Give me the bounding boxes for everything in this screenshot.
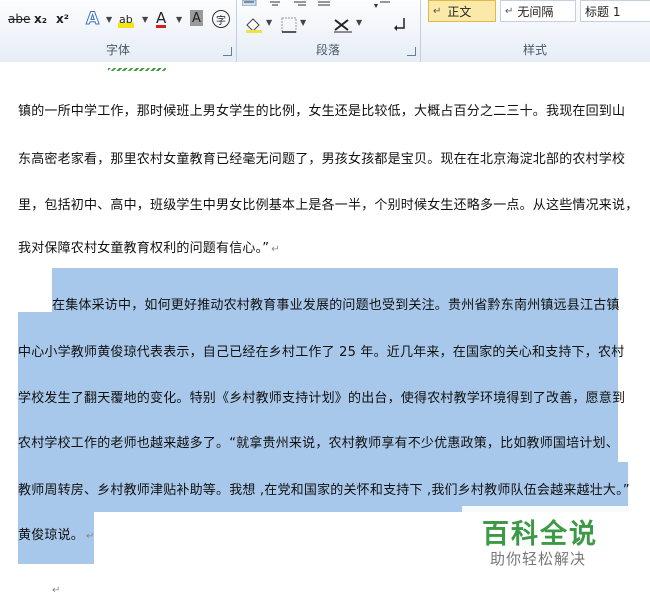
enclose-characters-button[interactable]: 字 (212, 10, 230, 28)
align-right-icon[interactable] (292, 0, 308, 6)
watermark-subtitle: 助你轻松解决 (490, 550, 587, 568)
text-line: 学校发生了翻天覆地的变化。特别《乡村教师支持计划》的出台，使得农村教学环境得到了… (18, 391, 626, 406)
font-group-label: 字体 (105, 43, 130, 57)
text-line: 黄俊琼说。 ↵ (18, 528, 95, 543)
empty-line: ↵ (50, 582, 61, 597)
text-line: 东高密老家看，那里农村女童教育已经毫无问题了，男孩女孩都是宝贝。现在在北京海淀北… (18, 152, 626, 167)
paragraph-group: ▼ ▼ ▼ 段落 (236, 0, 421, 62)
align-center-icon[interactable] (268, 0, 284, 6)
chevron-down-icon[interactable]: ▼ (300, 18, 306, 27)
text-effects-button[interactable]: A (85, 9, 99, 30)
chevron-down-icon[interactable]: ▼ (104, 10, 112, 28)
superscript-button[interactable]: x² (56, 10, 69, 28)
paragraph-mark-icon: ↵ (271, 244, 280, 255)
font-group: abe x₂ x² A ▼ ab ▼ A ▼ A 字 字体 (0, 0, 237, 62)
watermark: 百科全说 助你轻松解决 (462, 506, 632, 576)
text-line: 镇的一所中学工作，那时候班上男女学生的比例，女生还是比较低，大概占百分之二三十。… (18, 104, 626, 119)
subscript-button[interactable]: x₂ (34, 10, 47, 28)
chevron-down-icon[interactable]: ▼ (140, 10, 148, 28)
text-line: 我对保障农村女童教育权利的问题有信心。” ↵ (18, 241, 280, 256)
align-left-icon[interactable] (242, 0, 258, 6)
font-dialog-launcher-icon[interactable] (223, 47, 232, 56)
text-line: 教师周转房、乡村教师津贴补助等。我想 ,在党和国家的关怀和支持下 ,我们乡村教师… (18, 483, 630, 498)
borders-icon[interactable] (280, 16, 298, 34)
character-shading-button[interactable]: A (190, 10, 203, 26)
strikethrough-button[interactable]: abe (8, 10, 30, 28)
style-normal[interactable]: ↵ 正文 (428, 0, 496, 22)
ribbon: abe x₂ x² A ▼ ab ▼ A ▼ A 字 字体 ▼ ▼ ▼ 段落 ↵ (0, 0, 650, 63)
shading-icon[interactable] (244, 16, 264, 34)
grammar-squiggle (108, 68, 166, 71)
text-line: 在集体采访中，如何更好推动农村教育事业发展的问题也受到关注。贵州省黔东南州镇远县… (52, 298, 620, 313)
chevron-down-icon[interactable]: ▼ (356, 18, 362, 27)
text-line: 农村学校工作的老师也越来越多了。“就拿贵州来说，农村教师享有不少优惠政策，比如教… (18, 436, 619, 451)
styles-group-label: 样式 (522, 43, 547, 57)
text-line: 里，包括初中、高中，班级学生中男女比例基本上是各一半，个别时候女生还略多一点。从… (18, 198, 639, 213)
justify-icon[interactable] (316, 0, 332, 6)
styles-group: ↵ 正文 ↵ 无间隔 标题 1 样式 (420, 0, 650, 62)
paragraph-mark-icon: ↵ (86, 531, 95, 542)
font-color-button[interactable]: A (156, 9, 167, 28)
style-heading-1[interactable]: 标题 1 (580, 0, 650, 22)
paragraph-group-label: 段落 (315, 43, 340, 57)
style-no-spacing[interactable]: ↵ 无间隔 (500, 0, 576, 22)
paragraph-dialog-launcher-icon[interactable] (407, 47, 416, 56)
highlight-button[interactable]: ab (118, 10, 134, 28)
show-hide-marks-icon[interactable] (394, 16, 408, 34)
chevron-down-icon[interactable]: ▼ (266, 18, 272, 27)
chinese-layout-icon[interactable] (332, 16, 354, 34)
paragraph-mark-icon: ↵ (52, 585, 61, 596)
line-spacing-icon[interactable] (372, 0, 392, 10)
text-line: 中心小学教师黄俊琼代表表示，自己已经在乡村工作了 25 年。近几年来，在国家的关… (18, 345, 625, 360)
chevron-down-icon[interactable]: ▼ (174, 10, 182, 28)
watermark-title: 百科全说 (482, 519, 598, 550)
